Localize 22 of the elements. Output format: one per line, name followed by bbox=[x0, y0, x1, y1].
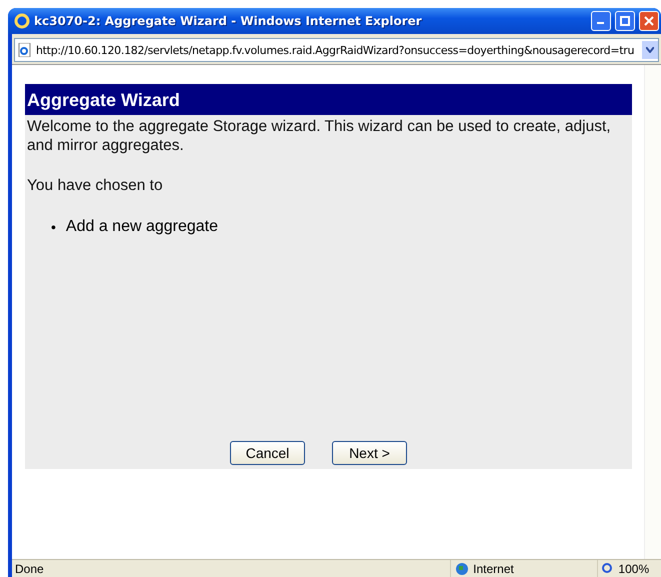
zoom-level[interactable]: 100% bbox=[618, 562, 650, 576]
zone-text: Internet bbox=[473, 562, 514, 576]
window-title: kc3070-2: Aggregate Wizard - Windows Internet Explorer bbox=[34, 14, 423, 28]
maximize-button[interactable] bbox=[615, 11, 635, 31]
maximize-icon bbox=[620, 16, 630, 26]
wizard-button[interactable]: Cancel bbox=[230, 441, 305, 465]
status-text: Done bbox=[14, 562, 45, 576]
close-icon bbox=[644, 16, 654, 26]
chosen-label: You have chosen to bbox=[26, 176, 164, 195]
page-icon bbox=[18, 43, 32, 57]
wizard-button[interactable]: Next > bbox=[332, 441, 407, 465]
scrollbar[interactable] bbox=[644, 65, 661, 559]
wizard-title: Aggregate Wizard bbox=[25, 84, 632, 115]
close-button[interactable] bbox=[639, 11, 659, 31]
intro-text: Welcome to the aggregate Storage wizard. This wizard can be used to create, adjust, and mirror aggregates. bbox=[26, 117, 612, 155]
dropdown-button[interactable] bbox=[642, 41, 658, 59]
choice-item: Add a new aggregate bbox=[66, 217, 218, 237]
bullet: • bbox=[51, 218, 56, 237]
address-field[interactable]: http://10.60.120.182/servlets/netapp.fv.volumes.raid.AggrRaidWizard?onsuccess=doyerthing&nousagerecord=tru bbox=[14, 38, 659, 62]
globe-icon bbox=[455, 562, 470, 576]
minimize-button[interactable] bbox=[591, 11, 611, 31]
chevron-down-icon bbox=[646, 47, 654, 53]
